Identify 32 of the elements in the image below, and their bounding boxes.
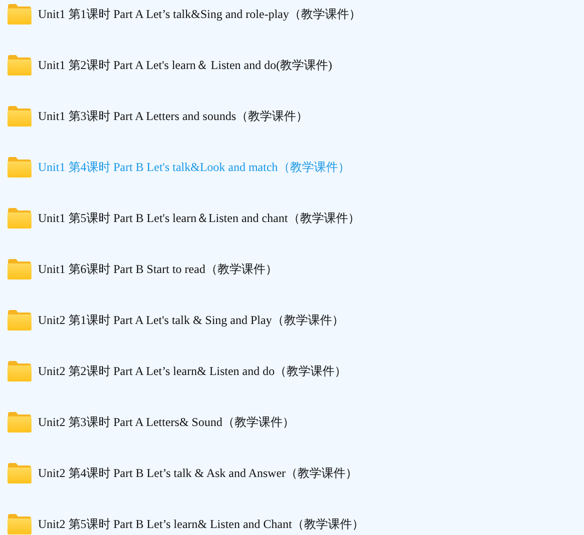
folder-icon bbox=[7, 207, 32, 229]
folder-icon bbox=[7, 309, 32, 331]
folder-name: Unit2 第4课时 Part B Let’s talk & Ask and Answer（教学课件） bbox=[38, 464, 358, 482]
folder-item[interactable]: Unit2 第1课时 Part A Let's talk & Sing and Play（教学课件） bbox=[7, 309, 584, 331]
folder-name: Unit2 第5课时 Part B Let’s learn& Listen and Chant（教学课件） bbox=[38, 516, 364, 532]
folder-name: Unit1 第3课时 Part A Letters and sounds（教学课件） bbox=[38, 108, 308, 124]
folder-icon bbox=[7, 105, 32, 127]
folder-icon bbox=[7, 54, 32, 76]
folder-name: Unit2 第2课时 Part A Let’s learn& Listen and do（教学课件） bbox=[38, 362, 347, 380]
folder-name: Unit1 第2课时 Part A Let's learn＆ Listen and do(教学课件) bbox=[38, 56, 332, 74]
folder-name: Unit2 第1课时 Part A Let's talk & Sing and Play（教学课件） bbox=[38, 312, 344, 328]
folder-name: Unit1 第5课时 Part B Let's learn＆Listen and chant（教学课件） bbox=[38, 210, 360, 226]
folder-name: Unit1 第1课时 Part A Let’s talk&Sing and role-play（教学课件） bbox=[38, 6, 361, 22]
folder-icon bbox=[7, 513, 32, 535]
folder-icon bbox=[7, 462, 32, 484]
folder-icon bbox=[7, 411, 32, 433]
folder-icon bbox=[7, 258, 32, 280]
folder-icon bbox=[7, 156, 32, 178]
folder-item[interactable]: Unit1 第1课时 Part A Let’s talk&Sing and role-play（教学课件） bbox=[7, 3, 584, 25]
folder-item[interactable]: Unit2 第2课时 Part A Let’s learn& Listen and do（教学课件） bbox=[7, 360, 584, 382]
folder-icon bbox=[7, 360, 32, 382]
folder-name: Unit1 第4课时 Part B Let's talk&Look and match（教学课件） bbox=[38, 158, 350, 176]
folder-item[interactable]: Unit1 第6课时 Part B Start to read（教学课件） bbox=[7, 258, 584, 280]
folder-name: Unit1 第6课时 Part B Start to read（教学课件） bbox=[38, 260, 278, 278]
folder-item[interactable]: Unit1 第5课时 Part B Let's learn＆Listen and chant（教学课件） bbox=[7, 207, 584, 229]
folder-item[interactable]: Unit1 第2课时 Part A Let's learn＆ Listen and do(教学课件) bbox=[7, 54, 584, 76]
folder-name: Unit2 第3课时 Part A Letters& Sound（教学课件） bbox=[38, 414, 294, 430]
folder-item[interactable]: Unit1 第3课时 Part A Letters and sounds（教学课件） bbox=[7, 105, 584, 127]
folder-item[interactable]: Unit2 第5课时 Part B Let’s learn& Listen and Chant（教学课件） bbox=[7, 513, 584, 535]
folder-item[interactable]: Unit2 第4课时 Part B Let’s talk & Ask and Answer（教学课件） bbox=[7, 462, 584, 484]
folder-icon bbox=[7, 3, 32, 25]
folder-item[interactable]: Unit2 第3课时 Part A Letters& Sound（教学课件） bbox=[7, 411, 584, 433]
